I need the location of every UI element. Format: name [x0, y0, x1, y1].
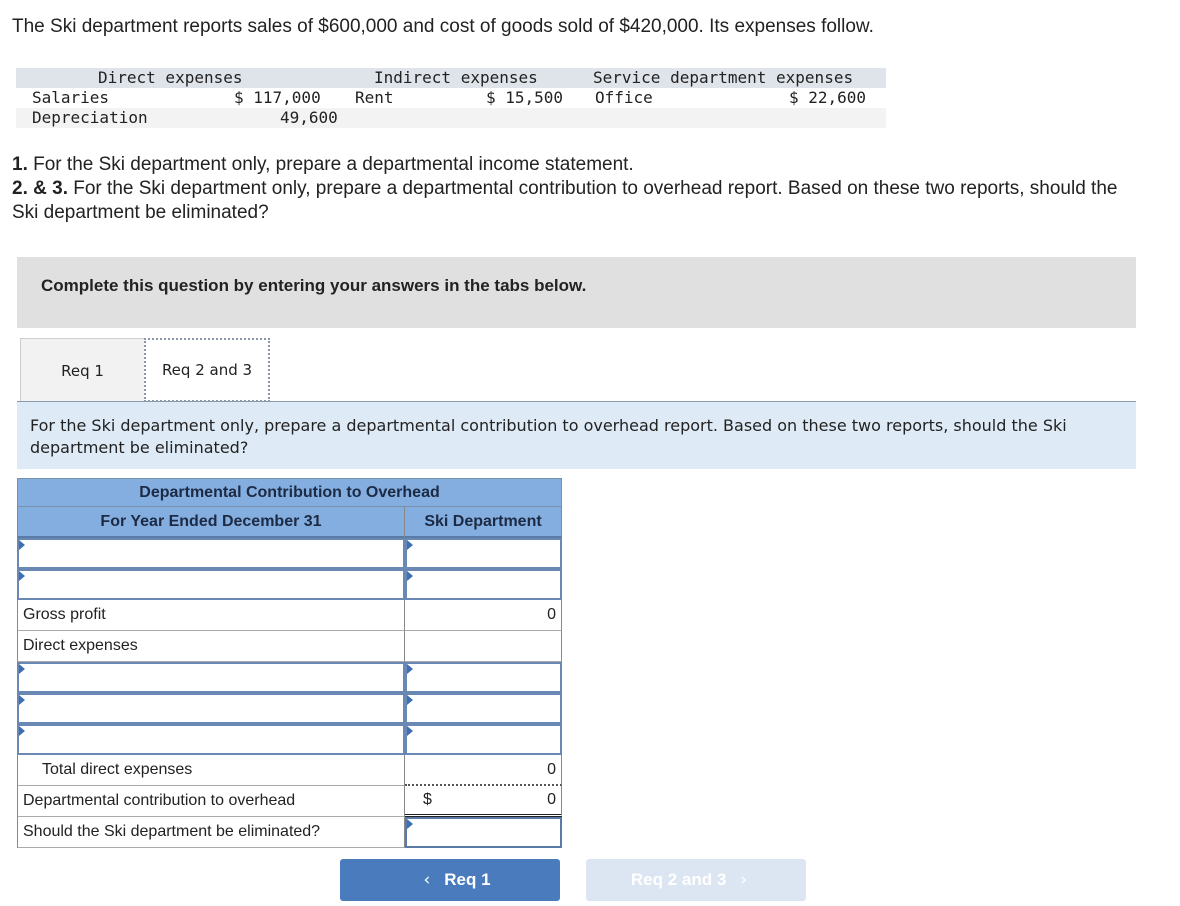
total-direct-label: Total direct expenses — [17, 755, 405, 786]
eliminate-row: Should the Ski department be eliminated? — [17, 817, 562, 848]
input-row — [17, 724, 562, 755]
tab-prompt: For the Ski department only, prepare a d… — [17, 401, 1136, 469]
total-direct-value: 0 — [405, 755, 562, 786]
period-header: For Year Ended December 31 — [17, 507, 405, 538]
gross-profit-value: 0 — [405, 600, 562, 631]
amount-input[interactable] — [405, 662, 562, 693]
prev-req-button[interactable]: ‹ Req 1 — [340, 859, 560, 901]
problem-intro: The Ski department reports sales of $600… — [12, 16, 874, 37]
input-row — [17, 693, 562, 724]
dropdown-marker-icon — [407, 695, 413, 705]
dropdown-marker-icon — [407, 540, 413, 550]
label-dropdown[interactable] — [17, 693, 405, 724]
dropdown-marker-icon — [19, 695, 25, 705]
next-label: Req 2 and 3 — [630, 870, 727, 889]
dropdown-marker-icon — [19, 726, 25, 736]
contribution-label: Departmental contribution to overhead — [17, 786, 405, 817]
total-direct-row: Total direct expenses 0 — [17, 755, 562, 786]
tab-req-2-and-3[interactable]: Req 2 and 3 — [144, 338, 270, 402]
amount-input[interactable] — [405, 693, 562, 724]
dropdown-marker-icon — [407, 664, 413, 674]
expenses-header-row: Direct expenses Indirect expenses Servic… — [16, 68, 886, 88]
dropdown-marker-icon — [407, 819, 413, 829]
eliminate-dropdown[interactable] — [405, 817, 562, 848]
dropdown-marker-icon — [19, 664, 25, 674]
prev-label: Req 1 — [444, 870, 491, 889]
indirect-expenses-header: Indirect expenses — [374, 68, 538, 87]
indirect-label: Rent — [355, 88, 394, 107]
next-req-button[interactable]: Req 2 and 3 › — [586, 859, 806, 901]
amount-input[interactable] — [405, 569, 562, 600]
label-dropdown[interactable] — [17, 538, 405, 569]
input-row — [17, 662, 562, 693]
q23-number: 2. & 3. — [12, 178, 68, 199]
q1-number: 1. — [12, 154, 28, 175]
direct-label: Salaries — [32, 88, 110, 107]
dropdown-marker-icon — [19, 571, 25, 581]
amount-input[interactable] — [405, 724, 562, 755]
banner-text: Complete this question by entering your … — [41, 276, 587, 295]
label-dropdown[interactable] — [17, 662, 405, 693]
q23-text: For the Ski department only, prepare a d… — [12, 178, 1118, 223]
expenses-row: Depreciation 49,600 — [16, 108, 886, 128]
expenses-row: Salaries $ 117,000 Rent $ 15,500 Office … — [16, 88, 886, 108]
tab-req-1[interactable]: Req 1 — [20, 338, 144, 402]
direct-expenses-label: Direct expenses — [17, 631, 405, 662]
eliminate-label: Should the Ski department be eliminated? — [17, 817, 405, 848]
gross-profit-label: Gross profit — [17, 600, 405, 631]
label-dropdown[interactable] — [17, 569, 405, 600]
service-expenses-header: Service department expenses — [593, 68, 854, 87]
report-header-row: For Year Ended December 31 Ski Departmen… — [17, 507, 562, 538]
input-row — [17, 569, 562, 600]
report-title: Departmental Contribution to Overhead — [17, 478, 562, 507]
dropdown-marker-icon — [407, 571, 413, 581]
direct-expenses-value — [405, 631, 562, 662]
q1-text: For the Ski department only, prepare a d… — [27, 154, 634, 175]
direct-value: $ 117,000 — [234, 88, 321, 107]
contribution-row: Departmental contribution to overhead $ … — [17, 786, 562, 817]
contribution-value: 0 — [547, 791, 556, 808]
contribution-cell: $ 0 — [405, 786, 562, 817]
expenses-table: Direct expenses Indirect expenses Servic… — [16, 68, 886, 128]
currency-symbol: $ — [423, 791, 432, 808]
questions: 1. For the Ski department only, prepare … — [12, 153, 1132, 225]
dropdown-marker-icon — [407, 726, 413, 736]
label-dropdown[interactable] — [17, 724, 405, 755]
indirect-value: $ 15,500 — [486, 88, 564, 107]
direct-expenses-row: Direct expenses — [17, 631, 562, 662]
ski-department-header: Ski Department — [405, 507, 562, 538]
instructions-banner: Complete this question by entering your … — [17, 257, 1136, 328]
contribution-report: Departmental Contribution to Overhead Fo… — [17, 478, 562, 848]
direct-label: Depreciation — [32, 108, 148, 127]
gross-profit-row: Gross profit 0 — [17, 600, 562, 631]
chevron-right-icon: › — [740, 870, 748, 890]
direct-expenses-header: Direct expenses — [98, 68, 243, 87]
dropdown-marker-icon — [19, 540, 25, 550]
service-label: Office — [595, 88, 653, 107]
input-row — [17, 538, 562, 569]
chevron-left-icon: ‹ — [423, 870, 431, 890]
direct-value: 49,600 — [280, 108, 338, 127]
service-value: $ 22,600 — [789, 88, 867, 107]
amount-input[interactable] — [405, 538, 562, 569]
